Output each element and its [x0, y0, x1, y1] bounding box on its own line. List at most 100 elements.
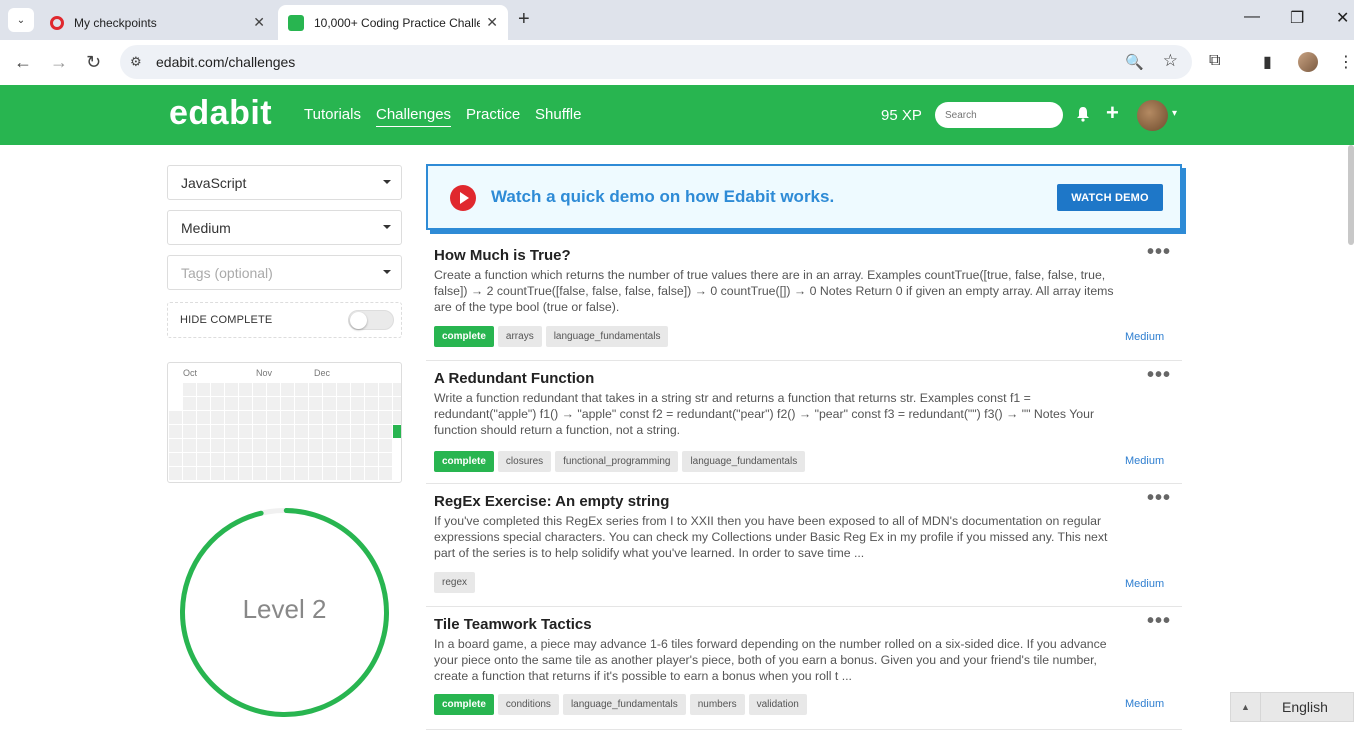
calendar-day: [183, 397, 196, 410]
nav-shuffle[interactable]: Shuffle: [535, 106, 581, 123]
bell-icon[interactable]: [1076, 106, 1090, 126]
new-tab-button[interactable]: +: [518, 8, 530, 30]
browser-tab-edabit[interactable]: 10,000+ Coding Practice Challenges ✕: [278, 5, 508, 40]
calendar-day: [323, 425, 336, 438]
plus-icon[interactable]: +: [1106, 100, 1119, 126]
caret-down-icon: [383, 180, 391, 184]
calendar-day: [211, 425, 224, 438]
calendar-day: [281, 411, 294, 424]
calendar-day: [323, 439, 336, 452]
back-icon[interactable]: ←: [14, 51, 32, 73]
hide-complete-toggle[interactable]: [348, 310, 394, 330]
tag-chip[interactable]: language_fundamentals: [545, 326, 669, 347]
bookmark-star-icon[interactable]: ☆: [1163, 51, 1178, 71]
calendar-day: [267, 439, 280, 452]
calendar-day: [169, 397, 182, 410]
calendar-day: [309, 453, 322, 466]
challenge-description: Create a function which returns the numb…: [434, 268, 1114, 314]
calendar-day: [351, 397, 364, 410]
browser-tab-bar: ⌄ My checkpoints ✕ 10,000+ Coding Practi…: [0, 0, 1354, 40]
more-options-icon[interactable]: •••: [1147, 487, 1171, 510]
browser-profile-avatar[interactable]: [1298, 52, 1318, 72]
minimize-icon[interactable]: —: [1244, 8, 1260, 26]
page-scrollbar[interactable]: [1348, 145, 1354, 245]
chevron-down-icon[interactable]: ▾: [1172, 108, 1177, 119]
tag-chip[interactable]: language_fundamentals: [682, 451, 806, 472]
omnibox[interactable]: ⚙ edabit.com/challenges 🔍 ☆: [120, 45, 1192, 79]
side-panel-icon[interactable]: ▮: [1263, 52, 1272, 72]
tag-chip[interactable]: arrays: [497, 326, 542, 347]
calendar-day: [253, 467, 266, 480]
tags-select[interactable]: Tags (optional): [167, 255, 402, 290]
nav-tutorials[interactable]: Tutorials: [304, 106, 361, 123]
header-search-input[interactable]: [935, 102, 1063, 128]
challenge-title[interactable]: RegEx Exercise: An empty string: [434, 493, 669, 510]
edabit-favicon-icon: [288, 14, 304, 31]
url-text[interactable]: edabit.com/challenges: [156, 54, 295, 70]
tab-title: My checkpoints: [74, 15, 157, 30]
more-options-icon[interactable]: •••: [1147, 364, 1171, 387]
calendar-day: [379, 453, 392, 466]
challenge-row[interactable]: How Much is True? ••• Create a function wh…: [426, 238, 1182, 361]
challenge-title[interactable]: A Redundant Function: [434, 370, 594, 387]
challenge-title[interactable]: Tile Teamwork Tactics: [434, 616, 592, 633]
difficulty-select[interactable]: Medium: [167, 210, 402, 245]
calendar-day: [323, 397, 336, 410]
calendar-day: [197, 467, 210, 480]
language-button[interactable]: ▲ English: [1230, 692, 1354, 722]
calendar-day: [351, 383, 364, 396]
tab-title: 10,000+ Coding Practice Challenges: [314, 15, 481, 30]
complete-badge: complete: [434, 326, 494, 347]
language-select[interactable]: JavaScript: [167, 165, 402, 200]
calendar-day: [197, 453, 210, 466]
close-tab-icon[interactable]: ✕: [486, 14, 498, 31]
calendar-day: [183, 383, 196, 396]
calendar-day: [225, 383, 238, 396]
address-bar-row: ← → ↻ ⚙ edabit.com/challenges 🔍 ☆ ⧉ ▮ ⋮: [0, 40, 1354, 85]
challenge-tags: complete conditions language_fundamentals n…: [434, 694, 807, 715]
calendar-day: [295, 467, 308, 480]
challenge-row[interactable]: RegEx Exercise: An empty string ••• If you…: [426, 484, 1182, 607]
calendar-day: [253, 397, 266, 410]
tag-chip[interactable]: regex: [434, 572, 476, 593]
caret-down-icon: [383, 270, 391, 274]
calendar-day: [225, 397, 238, 410]
tag-chip[interactable]: language_fundamentals: [562, 694, 686, 715]
browser-tab-checkpoints[interactable]: My checkpoints ✕: [40, 5, 275, 40]
close-tab-icon[interactable]: ✕: [253, 14, 265, 31]
challenge-row[interactable]: A Redundant Function ••• Write a function …: [426, 361, 1182, 484]
tag-chip[interactable]: conditions: [497, 694, 559, 715]
tag-chip[interactable]: numbers: [689, 694, 745, 715]
challenge-title[interactable]: How Much is True?: [434, 247, 571, 264]
calendar-day: [309, 383, 322, 396]
challenge-row[interactable]: Tile Teamwork Tactics ••• In a board game,…: [426, 607, 1182, 730]
calendar-day: [253, 383, 266, 396]
more-options-icon[interactable]: •••: [1147, 241, 1171, 264]
challenge-description: In a board game, a piece may advance 1-6…: [434, 637, 1107, 683]
demo-banner: Watch a quick demo on how Edabit works. …: [426, 164, 1182, 230]
restore-icon[interactable]: ❐: [1290, 8, 1304, 28]
calendar-day: [337, 397, 350, 410]
extensions-icon[interactable]: ⧉: [1209, 52, 1220, 70]
nav-practice[interactable]: Practice: [466, 106, 520, 123]
edabit-logo[interactable]: edabit: [169, 94, 272, 133]
window-close-icon[interactable]: ✕: [1336, 8, 1349, 28]
activity-calendar: Oct Nov Dec: [167, 362, 402, 483]
reload-icon[interactable]: ↻: [86, 51, 101, 73]
forward-icon[interactable]: →: [50, 51, 68, 73]
watch-demo-button[interactable]: WATCH DEMO: [1057, 184, 1163, 211]
zoom-icon[interactable]: 🔍: [1125, 53, 1144, 71]
tab-search-button[interactable]: ⌄: [8, 8, 34, 32]
nav-challenges[interactable]: Challenges: [376, 106, 452, 127]
calendar-day: [239, 439, 252, 452]
more-options-icon[interactable]: •••: [1147, 610, 1171, 633]
caret-down-icon: [383, 225, 391, 229]
tag-chip[interactable]: validation: [748, 694, 807, 715]
tag-chip[interactable]: functional_programming: [555, 451, 679, 472]
browser-menu-icon[interactable]: ⋮: [1338, 52, 1354, 72]
play-icon[interactable]: [450, 185, 476, 211]
site-settings-icon[interactable]: ⚙: [130, 54, 148, 70]
calendar-day: [239, 411, 252, 424]
tag-chip[interactable]: closures: [497, 451, 552, 472]
user-avatar[interactable]: [1137, 100, 1168, 131]
